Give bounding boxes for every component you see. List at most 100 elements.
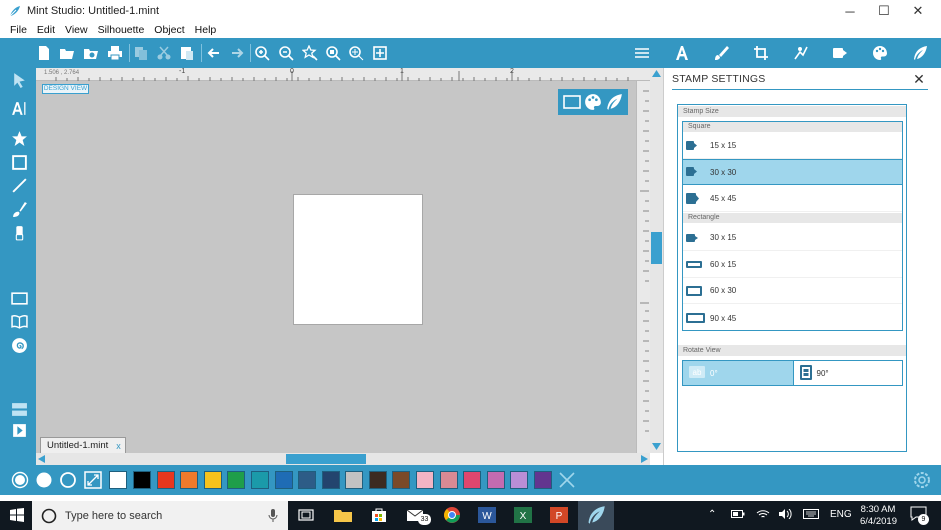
undo-icon[interactable]: [204, 43, 224, 63]
size-option-15x15[interactable]: 15 x 15: [683, 133, 902, 159]
feather-icon[interactable]: [910, 43, 930, 63]
text-tool-icon[interactable]: [9, 98, 29, 118]
windows-start-icon[interactable]: [7, 505, 27, 525]
color-swatch[interactable]: [369, 471, 387, 489]
menu-file[interactable]: File: [10, 24, 27, 36]
palette-icon[interactable]: [584, 93, 602, 111]
color-swatch[interactable]: [298, 471, 316, 489]
color-swatch[interactable]: [416, 471, 434, 489]
no-color-icon[interactable]: [558, 471, 576, 489]
design-page[interactable]: [293, 194, 423, 325]
grid-lines-icon[interactable]: [632, 43, 652, 63]
minimize-button[interactable]: ─: [833, 0, 867, 22]
zoom-fit-icon[interactable]: [323, 43, 343, 63]
size-option-30x30[interactable]: 30 x 30: [683, 159, 902, 185]
zoom-out-icon[interactable]: [276, 43, 296, 63]
fit-page-icon[interactable]: [370, 43, 390, 63]
close-button[interactable]: ✕: [901, 0, 935, 22]
color-swatch[interactable]: [440, 471, 458, 489]
page-setup-icon[interactable]: [563, 95, 582, 109]
page-view-icon[interactable]: [9, 288, 29, 308]
color-swatch[interactable]: [180, 471, 198, 489]
powerpoint-icon[interactable]: P: [549, 505, 569, 525]
trace-icon[interactable]: [791, 43, 811, 63]
color-swatch[interactable]: [133, 471, 151, 489]
rotate-0-option[interactable]: ab 0°: [683, 361, 793, 385]
color-swatch[interactable]: [392, 471, 410, 489]
color-swatch[interactable]: [487, 471, 505, 489]
feather-icon[interactable]: [605, 93, 623, 111]
size-option-90x45[interactable]: 90 x 45: [683, 305, 902, 331]
keyboard-icon[interactable]: [803, 509, 819, 522]
select-arrow-icon[interactable]: [9, 70, 29, 90]
color-swatch[interactable]: [275, 471, 293, 489]
paste-icon[interactable]: [177, 43, 197, 63]
zoom-drag-icon[interactable]: [346, 43, 366, 63]
fill-style-solid-icon[interactable]: [11, 471, 29, 489]
star-shape-icon[interactable]: [9, 128, 29, 148]
print-icon[interactable]: [105, 43, 125, 63]
size-option-30x15[interactable]: 30 x 15: [683, 225, 902, 251]
chrome-icon[interactable]: [442, 505, 462, 525]
menu-silhouette[interactable]: Silhouette: [98, 24, 145, 36]
open-folder-icon[interactable]: [57, 43, 77, 63]
menu-edit[interactable]: Edit: [37, 24, 55, 36]
size-option-60x15[interactable]: 60 x 15: [683, 252, 902, 278]
color-swatch[interactable]: [109, 471, 127, 489]
maximize-button[interactable]: ☐: [867, 0, 901, 22]
color-swatch[interactable]: [510, 471, 528, 489]
language-indicator[interactable]: ENG: [830, 509, 852, 520]
color-swatch[interactable]: [534, 471, 552, 489]
color-swatch[interactable]: [204, 471, 222, 489]
task-view-icon[interactable]: [296, 505, 316, 525]
spiral-icon[interactable]: [9, 335, 29, 355]
copy-icon[interactable]: [131, 43, 151, 63]
fill-style-filled-icon[interactable]: [35, 471, 53, 489]
tray-chevron-icon[interactable]: ⌃: [708, 509, 716, 520]
zoom-select-icon[interactable]: [300, 43, 320, 63]
color-swatch[interactable]: [227, 471, 245, 489]
redo-icon[interactable]: [227, 43, 247, 63]
new-file-icon[interactable]: [34, 43, 54, 63]
microphone-icon[interactable]: [268, 509, 278, 523]
color-swatch[interactable]: [345, 471, 363, 489]
color-swatch[interactable]: [251, 471, 269, 489]
crop-icon[interactable]: [751, 43, 771, 63]
wifi-icon[interactable]: [756, 509, 770, 522]
brush-icon[interactable]: [711, 43, 731, 63]
mint-taskbar-active[interactable]: [578, 501, 614, 530]
pen-tool-icon[interactable]: [9, 199, 29, 219]
menu-help[interactable]: Help: [195, 24, 217, 36]
layers-icon[interactable]: [9, 399, 29, 419]
cut-icon[interactable]: [154, 43, 174, 63]
size-option-45x45[interactable]: 45 x 45: [683, 186, 902, 212]
rotate-90-option[interactable]: 90°: [792, 361, 903, 385]
play-icon[interactable]: [9, 420, 29, 440]
vertical-scroll-thumb[interactable]: [651, 232, 662, 264]
file-explorer-icon[interactable]: [333, 505, 353, 525]
panel-close-icon[interactable]: ✕: [912, 72, 926, 86]
line-tool-icon[interactable]: [9, 175, 29, 195]
color-swatch[interactable]: [463, 471, 481, 489]
eraser-icon[interactable]: [9, 223, 29, 243]
menu-object[interactable]: Object: [154, 24, 184, 36]
volume-icon[interactable]: [778, 508, 792, 522]
document-tab[interactable]: Untitled-1.mint x: [40, 437, 126, 453]
excel-icon[interactable]: X: [513, 505, 533, 525]
zoom-in-icon[interactable]: [252, 43, 272, 63]
color-swatch[interactable]: [157, 471, 175, 489]
document-tab-close[interactable]: x: [116, 441, 121, 451]
word-icon[interactable]: W: [477, 505, 497, 525]
color-swatch[interactable]: [322, 471, 340, 489]
resize-icon[interactable]: [84, 471, 102, 489]
book-icon[interactable]: [9, 311, 29, 331]
horizontal-scroll-thumb[interactable]: [286, 454, 366, 464]
battery-icon[interactable]: [731, 509, 745, 522]
fill-style-outline-icon[interactable]: [59, 471, 77, 489]
size-option-60x30[interactable]: 60 x 30: [683, 278, 902, 304]
open-recent-icon[interactable]: [81, 43, 101, 63]
rectangle-shape-icon[interactable]: [9, 152, 29, 172]
text-style-icon[interactable]: [672, 43, 692, 63]
settings-gear-icon[interactable]: [913, 471, 931, 489]
menu-view[interactable]: View: [65, 24, 88, 36]
